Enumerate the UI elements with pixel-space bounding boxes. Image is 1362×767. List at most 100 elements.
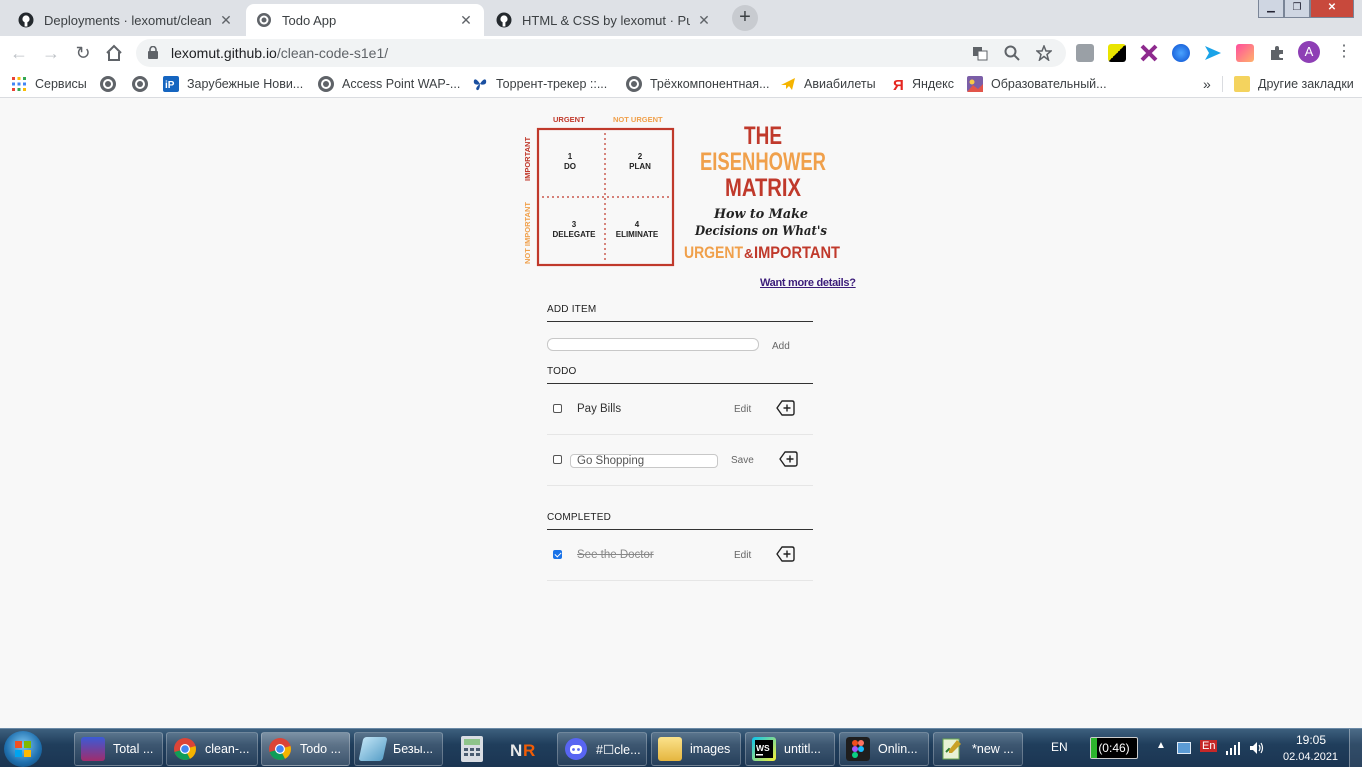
completed-heading: COMPLETED (547, 512, 813, 530)
tab-strip: Deployments · lexomut/clean-co ✕ Todo Ap… (0, 0, 1362, 36)
delete-tag-icon[interactable] (776, 544, 796, 564)
extension-icon[interactable] (1172, 44, 1190, 62)
bookmark-foreign-news[interactable]: iP Зарубежные Нови... (163, 75, 303, 93)
address-bar[interactable]: lexomut.github.io/clean-code-s1e1/ (136, 39, 1066, 67)
clock-time[interactable]: 19:05 (1296, 733, 1326, 747)
tray-expand-icon[interactable]: ▲ (1156, 740, 1166, 751)
home-icon[interactable] (105, 44, 123, 62)
volume-icon[interactable] (1249, 741, 1265, 755)
bookmark-access-point[interactable]: Access Point WAP-... (318, 75, 460, 93)
taskbar-chrome-clean[interactable]: clean-... (166, 732, 258, 766)
edit-button[interactable]: Edit (734, 550, 751, 561)
close-icon[interactable]: ✕ (218, 12, 234, 29)
bookmark-yandex[interactable]: Я Яндекс (890, 75, 954, 93)
matrix-subtitle-important: IMPORTANT (754, 243, 841, 262)
clock-date[interactable]: 02.04.2021 (1283, 751, 1338, 763)
new-tab-button[interactable]: + (732, 5, 758, 31)
network-signal-icon[interactable] (1225, 741, 1241, 755)
close-window-button[interactable]: ✕ (1310, 0, 1354, 18)
matrix-subtitle-2: Decisions on What's (694, 224, 827, 239)
extension-icon[interactable] (1236, 44, 1254, 62)
completed-list: See the Doctor Edit (547, 530, 813, 581)
tray-lang-en[interactable]: En (1200, 740, 1218, 752)
tab-pull-request[interactable]: HTML & CSS by lexomut · Pull Re ✕ (486, 4, 722, 36)
figma-icon (846, 737, 870, 761)
bookmark-apps[interactable]: Сервисы (11, 75, 87, 93)
bookmark-star-icon[interactable] (1036, 45, 1052, 61)
back-button[interactable]: ← (7, 41, 31, 65)
taskbar-total-commander[interactable]: Total ... (74, 732, 163, 766)
reload-button[interactable]: ↻ (71, 41, 95, 65)
bookmark-avia[interactable]: Авиабилеты (780, 75, 876, 93)
start-button[interactable] (4, 731, 42, 767)
folder-icon (1234, 76, 1250, 92)
bookmark-globe-2[interactable] (132, 75, 156, 93)
taskbar-discord[interactable]: #☐cle... (557, 732, 647, 766)
bookmark-education[interactable]: Образовательный... (967, 75, 1107, 93)
todo-list: Pay Bills Edit Go Shopping Save (547, 384, 813, 486)
taskbar-chrome-todo[interactable]: Todo ... (261, 732, 350, 766)
task-checkbox-checked[interactable] (553, 550, 562, 559)
puzzle-icon[interactable] (1268, 44, 1286, 62)
bookmark-torrent[interactable]: Торрент-трекер ::... (472, 75, 607, 93)
tab-deployments[interactable]: Deployments · lexomut/clean-co ✕ (8, 4, 244, 36)
send-extension-icon[interactable] (1204, 44, 1222, 62)
tab-todo-app[interactable]: Todo App ✕ (246, 4, 484, 36)
bookmark-other[interactable]: Другие закладки (1234, 75, 1354, 93)
edit-button[interactable]: Edit (734, 404, 751, 415)
bookmark-label: Торрент-трекер ::... (496, 77, 608, 91)
translate-icon[interactable] (972, 45, 988, 61)
svg-text:WS: WS (756, 743, 770, 753)
tab-title: Todo App (282, 12, 337, 28)
bookmark-label: Зарубежные Нови... (187, 77, 304, 91)
extension-x-icon[interactable] (1140, 44, 1158, 62)
bookmark-label: Сервисы (35, 77, 87, 91)
menu-kebab-icon[interactable]: ⋮ (1336, 42, 1352, 62)
taskbar-label: Onlin... (878, 742, 918, 756)
zoom-icon[interactable] (1004, 45, 1020, 61)
bookmark-globe-1[interactable] (100, 75, 124, 93)
close-icon[interactable]: ✕ (458, 12, 474, 29)
tray-monitor-icon[interactable] (1177, 742, 1191, 754)
taskbar-label: Todo ... (300, 742, 341, 756)
image-icon (967, 76, 983, 92)
delete-tag-icon[interactable] (776, 398, 796, 418)
taskbar-webstorm[interactable]: WS untitl... (745, 732, 835, 766)
minimize-button[interactable]: ▁ (1258, 0, 1284, 18)
delete-tag-icon[interactable] (779, 449, 799, 469)
taskbar-label: images (690, 742, 731, 756)
folder-icon (658, 737, 682, 761)
avatar[interactable]: A (1298, 41, 1320, 63)
more-details-link[interactable]: Want more details? (760, 277, 856, 289)
task-edit-input[interactable]: Go Shopping (570, 454, 718, 468)
taskbar-figma[interactable]: Onlin... (839, 732, 929, 766)
bookmark-label: Образовательный... (991, 77, 1107, 91)
apps-icon (12, 77, 26, 91)
taskbar-label: #☐cle... (596, 742, 641, 757)
list-item: See the Doctor Edit (547, 530, 813, 581)
total-commander-icon (81, 737, 105, 761)
taskbar-notepad[interactable]: *new ... (933, 732, 1023, 766)
show-desktop-button[interactable] (1349, 729, 1362, 767)
extension-icon[interactable] (1076, 44, 1094, 62)
add-button[interactable]: Add (772, 341, 790, 352)
matrix-title-the: THE (744, 122, 782, 150)
new-task-input[interactable] (547, 337, 759, 351)
svg-text:Я: Я (893, 77, 904, 92)
taskbar-calculator[interactable] (457, 734, 487, 764)
taskbar-folder-images[interactable]: images (651, 732, 741, 766)
restore-button[interactable]: ❐ (1284, 0, 1310, 18)
task-checkbox[interactable] (553, 404, 562, 413)
task-checkbox[interactable] (553, 455, 562, 464)
taskbar-paint[interactable]: Безы... (354, 732, 443, 766)
bookmark-three-component[interactable]: Трёхкомпонентная... (626, 75, 770, 93)
taskbar-nr-app[interactable]: NR (510, 734, 540, 764)
language-indicator[interactable]: EN (1051, 740, 1068, 754)
bookmark-label: Яндекс (912, 77, 955, 91)
forward-button[interactable]: → (39, 41, 63, 65)
close-icon[interactable]: ✕ (696, 12, 712, 29)
battery-indicator[interactable]: (0:46) (1090, 737, 1138, 759)
extension-icon[interactable] (1108, 44, 1126, 62)
bookmarks-more[interactable]: » (1203, 75, 1211, 93)
save-button[interactable]: Save (731, 455, 754, 466)
